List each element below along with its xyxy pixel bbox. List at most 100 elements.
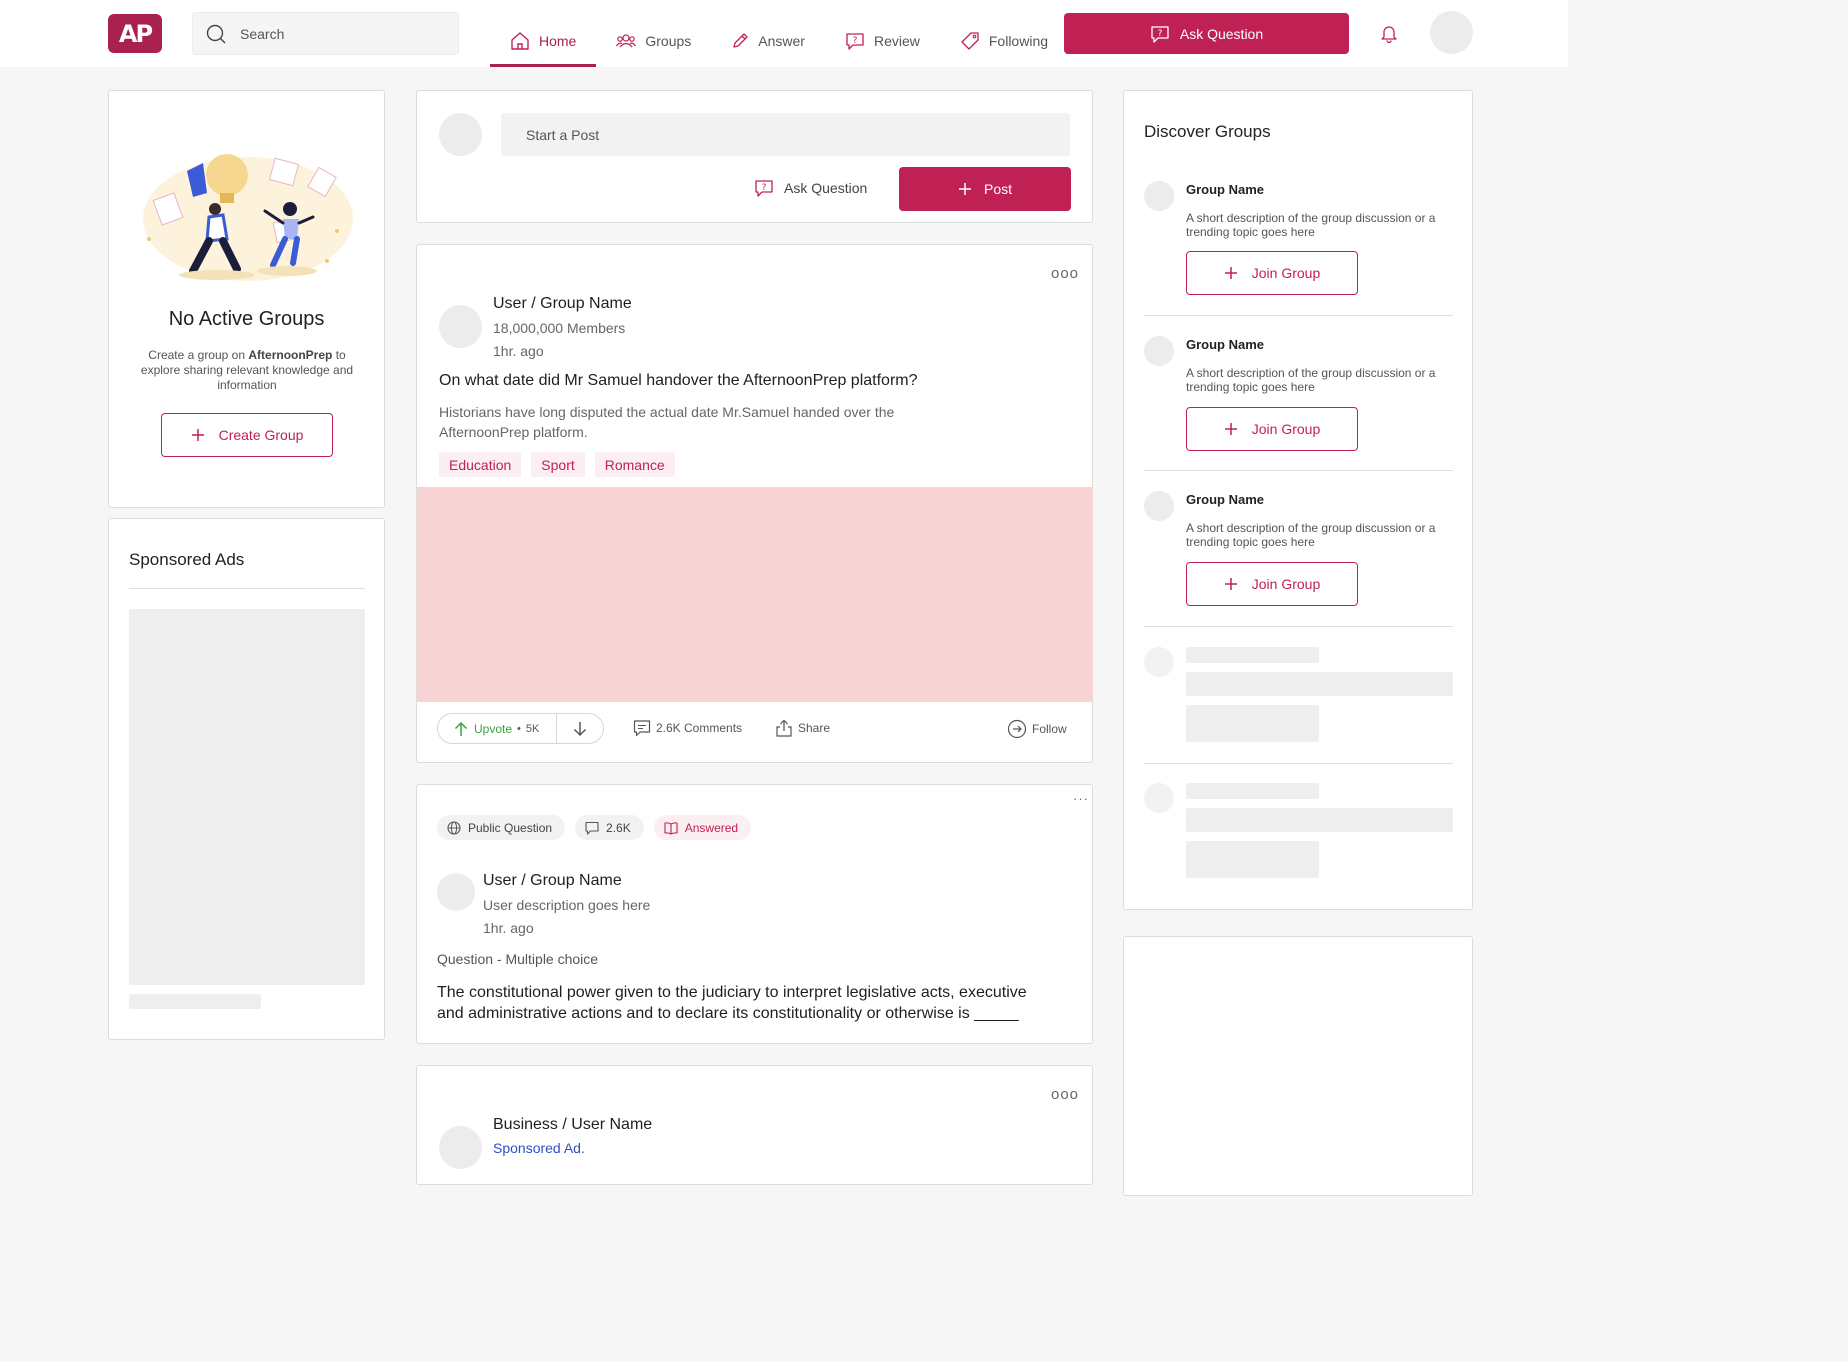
join-group-button[interactable]: Join Group xyxy=(1186,251,1358,295)
post-author[interactable]: Business / User Name xyxy=(493,1116,652,1134)
author-avatar[interactable] xyxy=(437,873,475,911)
question-text[interactable]: The constitutional power given to the ju… xyxy=(437,982,1057,1024)
nav-groups[interactable]: Groups xyxy=(596,14,711,67)
group-description: A short description of the group discuss… xyxy=(1186,211,1436,239)
post-author[interactable]: User / Group Name xyxy=(493,295,632,313)
group-avatar[interactable] xyxy=(1144,491,1174,521)
nav-answer[interactable]: Answer xyxy=(711,14,825,67)
join-group-label: Join Group xyxy=(1251,576,1321,592)
nav-answer-label: Answer xyxy=(758,32,805,49)
plus-icon xyxy=(1224,266,1238,280)
start-post-placeholder: Start a Post xyxy=(526,126,600,143)
skeleton-button xyxy=(1186,705,1319,742)
join-group-label: Join Group xyxy=(1251,421,1321,437)
join-group-button[interactable]: Join Group xyxy=(1186,407,1358,451)
upvote-button[interactable]: Upvote • 5K xyxy=(438,714,557,743)
composer-ask-question[interactable]: ? Ask Question xyxy=(754,178,867,198)
post-media[interactable] xyxy=(417,487,1093,702)
question-type: Question - Multiple choice xyxy=(437,951,599,967)
more-options-icon[interactable]: ооо xyxy=(1051,265,1079,282)
group-name[interactable]: Group Name xyxy=(1186,337,1264,352)
ad-placeholder[interactable] xyxy=(129,609,365,985)
book-icon xyxy=(664,821,678,835)
feed-post: ооо User / Group Name 18,000,000 Members… xyxy=(416,244,1093,763)
plus-icon xyxy=(191,428,205,442)
divider xyxy=(1144,763,1453,764)
post-body: Historians have long disputed the actual… xyxy=(439,404,895,440)
ask-question-label: Ask Question xyxy=(1179,25,1264,42)
svg-text:?: ? xyxy=(853,36,858,46)
sponsored-ads-card: Sponsored Ads xyxy=(108,518,385,1040)
more-options-icon[interactable]: ··· xyxy=(1073,791,1089,806)
afternoonprep-logo[interactable]: AP xyxy=(108,14,162,53)
nav-following[interactable]: Following xyxy=(940,14,1068,67)
group-name[interactable]: Group Name xyxy=(1186,182,1264,197)
tag-romance[interactable]: Romance xyxy=(594,452,675,477)
post-title[interactable]: On what date did Mr Samuel handover the … xyxy=(439,372,918,390)
upvote-label: Upvote xyxy=(474,721,513,736)
group-description: A short description of the group discuss… xyxy=(1186,366,1436,394)
search-input[interactable]: Search xyxy=(192,12,459,55)
follow-button[interactable]: Follow xyxy=(1007,719,1067,739)
no-groups-title: No Active Groups xyxy=(168,308,325,330)
search-icon xyxy=(206,24,226,44)
bell-icon[interactable] xyxy=(1379,23,1399,43)
skeleton-button xyxy=(1186,841,1319,878)
downvote-button[interactable] xyxy=(557,721,603,737)
post-tags: Education Sport Romance xyxy=(439,452,685,477)
nav-review[interactable]: ? Review xyxy=(825,14,940,67)
empty-side-card xyxy=(1123,936,1473,1196)
comment-count-label: 2.6K xyxy=(606,820,631,835)
comment-icon xyxy=(633,719,651,737)
tag-education[interactable]: Education xyxy=(439,452,522,477)
create-group-button[interactable]: Create Group xyxy=(161,413,333,457)
discover-groups-heading: Discover Groups xyxy=(1144,122,1271,141)
no-groups-desc-before: Create a group on xyxy=(148,348,249,362)
ad-caption-placeholder xyxy=(129,994,261,1009)
public-question-label: Public Question xyxy=(468,820,553,835)
answered-label: Answered xyxy=(684,820,739,835)
skeleton-avatar xyxy=(1144,783,1174,813)
user-avatar[interactable] xyxy=(1430,11,1473,54)
start-post-input[interactable]: Start a Post xyxy=(501,113,1070,156)
question-bubble-icon: ? xyxy=(754,178,774,198)
author-avatar[interactable] xyxy=(439,305,482,348)
follow-label: Follow xyxy=(1032,722,1067,736)
nav-following-label: Following xyxy=(988,32,1049,49)
question-bubble-icon: ? xyxy=(1150,24,1170,44)
group-avatar[interactable] xyxy=(1144,336,1174,366)
tag-sport[interactable]: Sport xyxy=(531,452,585,477)
svg-text:?: ? xyxy=(762,183,767,193)
nav-home-label: Home xyxy=(539,32,577,49)
group-name[interactable]: Group Name xyxy=(1186,492,1264,507)
sponsored-label[interactable]: Sponsored Ad. xyxy=(493,1140,585,1156)
discover-groups-card: Discover Groups Group Name A short descr… xyxy=(1123,90,1473,910)
main-nav: Home Groups Answer ? Review Following xyxy=(490,14,1068,67)
author-avatar[interactable] xyxy=(439,1126,482,1169)
comments-button[interactable]: 2.6K Comments xyxy=(633,719,742,737)
skeleton-line xyxy=(1186,647,1319,663)
search-placeholder: Search xyxy=(240,25,285,42)
ask-question-button[interactable]: ? Ask Question xyxy=(1064,13,1349,54)
no-groups-card: No Active Groups Create a group on After… xyxy=(108,90,385,508)
more-options-icon[interactable]: ооо xyxy=(1051,1086,1079,1103)
globe-icon xyxy=(447,820,461,835)
post-button[interactable]: Post xyxy=(899,167,1071,211)
share-label: Share xyxy=(798,721,831,735)
share-icon xyxy=(775,719,793,737)
plus-icon xyxy=(1224,422,1238,436)
skeleton-line xyxy=(1186,672,1453,696)
comments-label: 2.6K Comments xyxy=(656,721,743,735)
plus-icon xyxy=(958,182,972,196)
join-group-button[interactable]: Join Group xyxy=(1186,562,1358,606)
question-post: ··· Public Question 2.6K Answered User /… xyxy=(416,784,1093,1044)
share-button[interactable]: Share xyxy=(775,719,830,737)
nav-home[interactable]: Home xyxy=(490,14,597,67)
post-time: 1hr. ago xyxy=(493,343,544,359)
group-avatar[interactable] xyxy=(1144,181,1174,211)
divider xyxy=(129,588,365,589)
post-author[interactable]: User / Group Name xyxy=(483,872,622,890)
upvote-count: 5K xyxy=(525,722,540,735)
skeleton-line xyxy=(1186,808,1453,832)
comment-icon xyxy=(585,821,599,835)
